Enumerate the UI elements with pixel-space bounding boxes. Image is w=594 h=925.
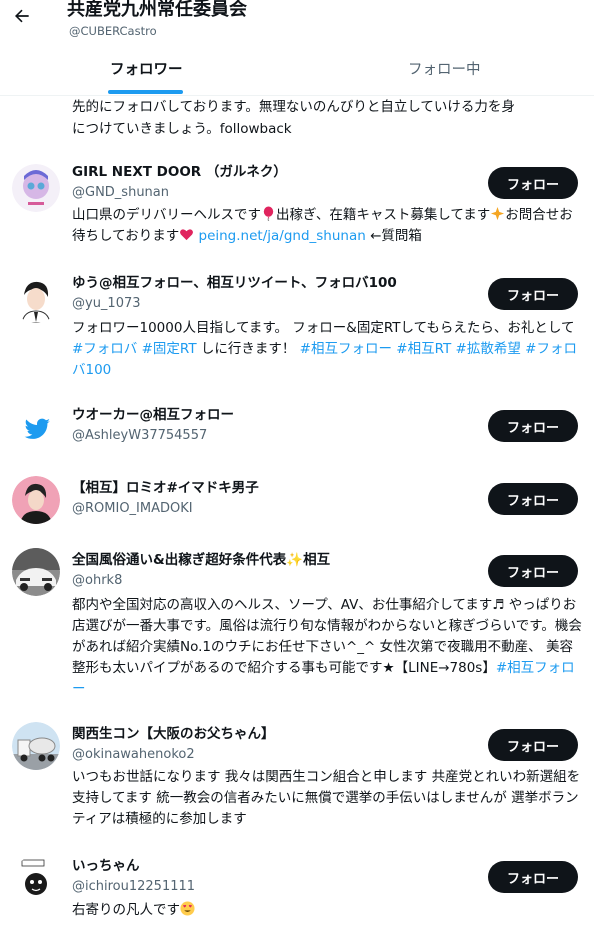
tab-following[interactable]: フォロー中 [408,60,481,80]
user-handle[interactable]: @ohrk8 [72,572,122,590]
user-display-name[interactable]: いっちゃん [72,856,140,876]
balloon-icon [261,206,276,222]
user-handle[interactable]: @AshleyW37754557 [72,427,207,445]
avatar[interactable] [12,405,60,453]
tab-followers[interactable]: フォロワー [110,60,183,80]
user-display-name[interactable]: ゆう@相互フォロー、相互リツイート、フォロバ100 [72,273,397,293]
avatar[interactable] [12,164,60,212]
page-title: 共産党九州常任委員会 [67,0,247,20]
follow-button[interactable]: フォロー [488,278,578,310]
bio-text: しに行きます！ [196,341,300,357]
bio-text: 右寄りの凡人です [72,902,180,918]
user-bio: 都内や全国対応の高収入のヘルス、ソープ、AV、お仕事紹介してます♬ やっぱりお店… [72,595,582,700]
user-display-name[interactable]: GIRL NEXT DOOR （ガルネク） [72,162,287,182]
hashtag-link[interactable]: #相互RT [396,341,451,357]
avatar[interactable] [12,722,60,770]
heart-eyes-icon [180,901,195,916]
user-handle[interactable]: @yu_1073 [72,295,141,313]
hashtag-link[interactable]: #フォロバ [72,341,137,357]
bio-text: フォロワー10000人目指してます。 フォロー&固定RTしてもらえたら、お礼とし… [72,320,575,336]
user-display-name[interactable]: 全国風俗通い&出稼ぎ超好条件代表✨相互 [72,550,330,570]
back-arrow-icon[interactable] [8,2,36,30]
hashtag-link[interactable]: #固定RT [142,341,197,357]
follow-button[interactable]: フォロー [488,410,578,442]
user-bio: いつもお世話になります 我々は関西生コン組合と申します 共産党とれいわ新選組を支… [72,767,582,830]
user-handle[interactable]: @okinawahenoko2 [72,746,195,764]
user-handle[interactable]: @ichirou12251111 [72,878,195,896]
avatar[interactable] [12,856,60,904]
avatar[interactable] [12,548,60,596]
heart-icon [179,227,194,242]
follow-button[interactable]: フォロー [488,729,578,761]
profile-header: 共産党九州常任委員会 @CUBERCastro フォロワー フォロー中 [0,0,594,96]
user-display-name[interactable]: 関西生コン【大阪のお父ちゃん】 [72,724,275,744]
hashtag-link[interactable]: #相互フォロー [300,341,392,357]
user-display-name[interactable]: 【相互】ロミオ#イマドキ男子 [72,478,259,498]
follow-button[interactable]: フォロー [488,555,578,587]
avatar[interactable] [12,476,60,524]
active-tab-indicator [108,90,183,94]
follow-button[interactable]: フォロー [488,167,578,199]
sparkle-star-icon [490,206,505,221]
user-bio: フォロワー10000人目指してます。 フォロー&固定RTしてもらえたら、お礼とし… [72,318,582,381]
user-display-name[interactable]: ウオーカー@相互フォロー [72,405,234,425]
user-bio: 山口県のデリバリーヘルスです 出稼ぎ、在籍キャスト募集してます お問合せお待ちしてお… [72,205,582,247]
user-bio: 右寄りの凡人です [72,900,582,921]
follow-button[interactable]: フォロー [488,861,578,893]
hashtag-link[interactable]: #拡散希望 [456,341,521,357]
avatar[interactable] [12,275,60,323]
user-handle[interactable]: @ROMIO_IMADOKI [72,500,193,518]
bio-text: いつもお世話になります 我々は関西生コン組合と申します 共産党とれいわ新選組を支… [72,769,581,827]
url-link[interactable]: peing.net/ja/gnd_shunan [199,228,366,244]
previous-user-bio: 先的にフォロバしております。無理ないのんびりと自立していける力を身 につけていき… [72,99,515,137]
page-subtitle-handle: @CUBERCastro [69,24,157,38]
follow-button[interactable]: フォロー [488,483,578,515]
user-handle[interactable]: @GND_shunan [72,184,169,202]
bio-text: ←質問箱 [365,228,422,244]
bio-text: 出稼ぎ、在籍キャスト募集してます [276,207,491,223]
bio-text: 山口県のデリバリーヘルスです [72,207,261,223]
